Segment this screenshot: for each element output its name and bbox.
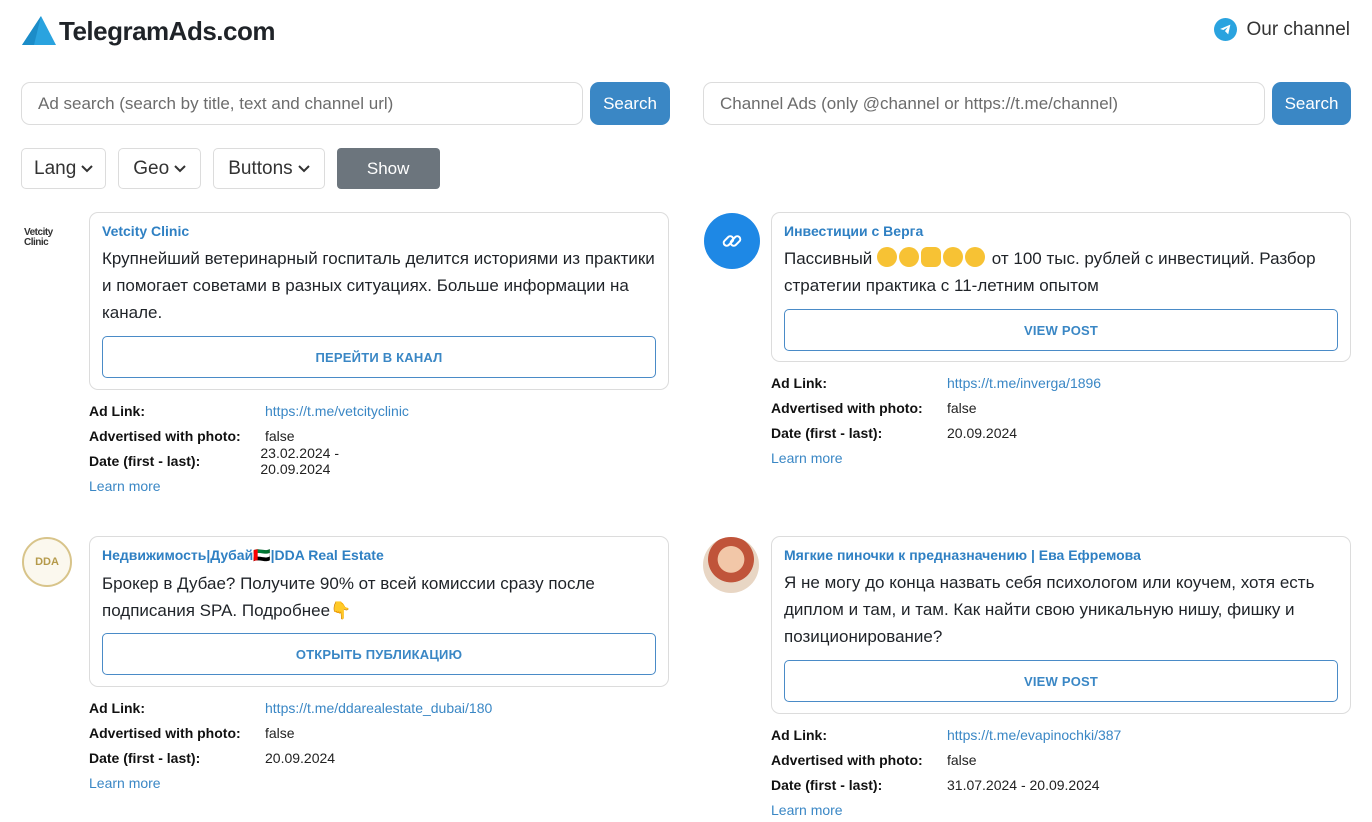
ad-meta: Ad Link: https://t.me/evapinochki/387 Adv… xyxy=(771,722,1121,819)
channel-avatar[interactable]: Vetcity Clinic xyxy=(24,222,72,262)
ad-link-label: Ad Link: xyxy=(89,402,145,419)
buttons-dropdown[interactable]: Buttons xyxy=(213,148,325,189)
learn-more-link[interactable]: Learn more xyxy=(89,775,492,791)
ad-channel-title[interactable]: Мягкие пиночки к предназначению | Ева Еф… xyxy=(784,547,1338,563)
photo-label: Advertised with photo: xyxy=(771,399,923,416)
date-value: 23.02.2024 - 20.09.2024 xyxy=(260,444,339,477)
ad-search-bar: Ad search (search by title, text and cha… xyxy=(21,82,670,125)
site-logo[interactable]: TelegramAds.com xyxy=(20,14,275,48)
ad-meta: Ad Link: https://t.me/vetcityclinic Adver… xyxy=(89,398,409,495)
chevron-down-icon xyxy=(81,164,93,172)
ad-cta-button[interactable]: ОТКРЫТЬ ПУБЛИКАЦИЮ xyxy=(102,633,656,675)
ad-text: Крупнейший ветеринарный госпиталь делитс… xyxy=(102,249,655,322)
our-channel-label: Our channel xyxy=(1246,18,1350,40)
ad-link[interactable]: https://t.me/ddarealestate_dubai/180 xyxy=(265,700,492,716)
ad-link[interactable]: https://t.me/evapinochki/387 xyxy=(947,727,1121,743)
ad-preview: Инвестиции с Верга Пассивный от 100 тыс.… xyxy=(771,212,1351,362)
ad-text-start: Пассивный xyxy=(784,249,873,268)
ad-cta-button[interactable]: VIEW POST xyxy=(784,660,1338,702)
channel-search-input[interactable]: Channel Ads (only @channel or https://t.… xyxy=(703,82,1265,125)
ad-link-label: Ad Link: xyxy=(771,726,827,743)
ad-preview: Мягкие пиночки к предназначению | Ева Еф… xyxy=(771,536,1351,714)
ad-link-label: Ad Link: xyxy=(89,699,145,716)
photo-value: false xyxy=(947,751,977,768)
ad-text: Я не могу до конца назвать себя психолог… xyxy=(784,573,1315,646)
ad-text: Брокер в Дубае? Получите 90% от всей ком… xyxy=(102,574,595,620)
date-label: Date (first - last): xyxy=(89,749,201,766)
learn-more-link[interactable]: Learn more xyxy=(771,802,1121,818)
filters-bar: Lang Geo Buttons Show xyxy=(21,148,440,189)
photo-label: Advertised with photo: xyxy=(771,751,923,768)
geo-dropdown[interactable]: Geo xyxy=(118,148,202,189)
date-value: 20.09.2024 xyxy=(947,424,1018,441)
ad-meta: Ad Link: https://t.me/inverga/1896 Advert… xyxy=(771,370,1101,467)
logo-text: TelegramAds.com xyxy=(59,15,275,46)
telegram-icon xyxy=(1214,18,1238,41)
our-channel-link[interactable]: Our channel xyxy=(1214,18,1350,41)
chevron-down-icon xyxy=(174,164,186,172)
ad-cta-button[interactable]: VIEW POST xyxy=(784,309,1338,351)
ad-search-button[interactable]: Search xyxy=(590,82,670,125)
dda-logo-text: DDA xyxy=(35,556,59,568)
photo-label: Advertised with photo: xyxy=(89,724,241,741)
photo-value: false xyxy=(947,399,977,416)
vetcity-logo-text: Vetcity Clinic xyxy=(24,227,53,248)
logo-paper-plane-icon xyxy=(22,16,56,45)
channel-avatar[interactable] xyxy=(704,213,760,269)
learn-more-link[interactable]: Learn more xyxy=(771,450,1101,466)
emoji-icon xyxy=(877,247,987,268)
ad-text: Пассивный от 100 тыс. рублей с инвестици… xyxy=(784,245,1338,299)
ad-channel-title[interactable]: Инвестиции с Верга xyxy=(784,223,1338,239)
date-label: Date (first - last): xyxy=(771,424,883,441)
channel-search-placeholder: Channel Ads (only @channel or https://t.… xyxy=(720,93,1119,113)
channel-avatar[interactable] xyxy=(703,537,759,593)
photo-value: false xyxy=(265,724,295,741)
ad-preview: Недвижимость|Дубай🇦🇪|DDA Real Estate Бро… xyxy=(89,536,669,687)
ad-link[interactable]: https://t.me/inverga/1896 xyxy=(947,375,1101,391)
lang-dropdown[interactable]: Lang xyxy=(21,148,107,189)
date-label: Date (first - last): xyxy=(89,452,201,469)
ad-channel-title[interactable]: Недвижимость|Дубай🇦🇪|DDA Real Estate xyxy=(102,547,656,564)
photo-value: false xyxy=(265,427,295,444)
channel-search-bar: Channel Ads (only @channel or https://t.… xyxy=(703,82,1351,125)
chevron-down-icon xyxy=(297,164,310,172)
learn-more-link[interactable]: Learn more xyxy=(89,478,409,494)
lang-label: Lang xyxy=(34,157,77,179)
header: TelegramAds.com Our channel xyxy=(20,14,1352,50)
ad-link[interactable]: https://t.me/vetcityclinic xyxy=(265,403,409,419)
ad-link-label: Ad Link: xyxy=(771,374,827,391)
link-icon xyxy=(722,235,742,247)
ad-search-input[interactable]: Ad search (search by title, text and cha… xyxy=(21,82,583,125)
ad-preview: Vetcity Clinic Крупнейший ветеринарный г… xyxy=(89,212,669,390)
channel-avatar[interactable]: DDA xyxy=(22,537,72,587)
date-value: 20.09.2024 xyxy=(265,749,336,766)
date-label: Date (first - last): xyxy=(771,776,883,793)
ad-cta-button[interactable]: ПЕРЕЙТИ В КАНАЛ xyxy=(102,336,656,378)
show-button[interactable]: Show xyxy=(336,148,440,189)
buttons-label: Buttons xyxy=(228,157,293,179)
date-value: 31.07.2024 - 20.09.2024 xyxy=(947,776,1100,793)
channel-search-button[interactable]: Search xyxy=(1272,82,1351,125)
ad-meta: Ad Link: https://t.me/ddarealestate_dubai… xyxy=(89,695,492,792)
ad-channel-title[interactable]: Vetcity Clinic xyxy=(102,223,656,239)
geo-label: Geo xyxy=(133,157,170,179)
ad-search-placeholder: Ad search (search by title, text and cha… xyxy=(38,93,394,113)
photo-label: Advertised with photo: xyxy=(89,427,241,444)
